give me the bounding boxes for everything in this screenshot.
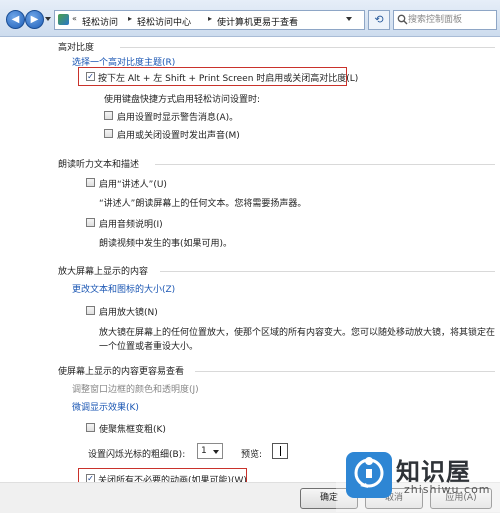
forward-button[interactable]: ▶: [25, 10, 44, 29]
section-divider: [120, 47, 495, 48]
text-size-link[interactable]: 更改文本和图标的大小(Z): [72, 282, 175, 295]
section-title-high-contrast: 高对比度: [58, 43, 95, 53]
control-panel-icon: [58, 14, 69, 25]
high-contrast-shortcut-label[interactable]: 按下左 Alt + 左 Shift + Print Screen 时启用或关闭高…: [98, 71, 358, 84]
cursor-preview: [272, 443, 288, 459]
section-title-narrator: 朗读听力文本和描述: [58, 160, 140, 170]
cursor-thickness-select[interactable]: 1: [197, 443, 223, 459]
cursor-thickness-label: 设置闪烁光标的粗细(B):: [88, 450, 186, 460]
warning-message-label[interactable]: 启用设置时显示警告消息(A)。: [117, 110, 238, 123]
watermark-brand: 知识屋: [396, 458, 471, 486]
toggle-sound-label[interactable]: 启用或关闭设置时发出声音(M): [117, 128, 240, 141]
breadcrumb-item[interactable]: 使计算机更易于查看: [217, 15, 298, 28]
address-dropdown-icon[interactable]: [346, 17, 352, 21]
history-dropdown-icon[interactable]: [45, 17, 51, 21]
focus-rectangle-label[interactable]: 使聚焦框变粗(K): [99, 422, 166, 435]
high-contrast-shortcut-checkbox[interactable]: ✓: [86, 72, 95, 81]
magnifier-checkbox[interactable]: [86, 306, 95, 315]
breadcrumb-overflow-icon[interactable]: «: [72, 14, 77, 23]
breadcrumb-item[interactable]: 轻松访问中心: [137, 15, 191, 28]
window-border-link[interactable]: 调整窗口边框的颜色和透明度(J): [72, 382, 199, 395]
section-divider: [160, 271, 495, 272]
audio-description-checkbox[interactable]: [86, 218, 95, 227]
section-title-visual: 使屏幕上显示的内容更容易查看: [58, 367, 185, 377]
cursor-thickness-value: 1: [201, 446, 207, 456]
search-input[interactable]: 搜索控制面板: [393, 10, 497, 30]
section-title-magnify: 放大屏幕上显示的内容: [58, 267, 149, 277]
toggle-sound-checkbox[interactable]: [104, 129, 113, 138]
display-effects-link[interactable]: 微调显示效果(K): [72, 400, 139, 413]
address-bar[interactable]: « 轻松访问 ▸ 轻松访问中心 ▸ 使计算机更易于查看: [54, 10, 365, 30]
audio-description-label[interactable]: 启用音频说明(I): [99, 217, 163, 230]
refresh-button[interactable]: ⟲: [368, 10, 390, 30]
breadcrumb-separator-icon: ▸: [208, 14, 213, 23]
watermark-site: zhishiwu.com: [404, 483, 491, 496]
narrator-label[interactable]: 启用“讲述人”(U): [99, 177, 167, 190]
narrator-description: “讲述人”朗读屏幕上的任何文本。您将需要扬声器。: [99, 199, 307, 209]
magnifier-description-line1: 放大镜在屏幕上的任何位置放大，使那个区域的所有内容变大。您可以随处移动放大镜，将…: [99, 328, 496, 338]
back-button[interactable]: ◀: [6, 10, 25, 29]
warning-message-checkbox[interactable]: [104, 111, 113, 120]
search-icon: [397, 14, 408, 25]
preview-label: 预览:: [241, 450, 263, 460]
section-divider: [155, 164, 495, 165]
focus-rectangle-checkbox[interactable]: [86, 423, 95, 432]
breadcrumb-separator-icon: ▸: [128, 14, 133, 23]
watermark-logo-icon: [346, 452, 392, 498]
magnifier-description-line2: 一个位置或者重设大小。: [99, 342, 199, 352]
chevron-down-icon: [213, 450, 219, 454]
shortcut-settings-label: 使用键盘快捷方式启用轻松访问设置时:: [104, 95, 261, 105]
audio-description-text: 朗读视频中发生的事(如果可用)。: [99, 239, 233, 249]
breadcrumb-item[interactable]: 轻松访问: [82, 15, 118, 28]
search-placeholder: 搜索控制面板: [408, 15, 463, 25]
magnifier-label[interactable]: 启用放大镜(N): [99, 305, 158, 318]
narrator-checkbox[interactable]: [86, 178, 95, 187]
section-divider: [195, 371, 495, 372]
